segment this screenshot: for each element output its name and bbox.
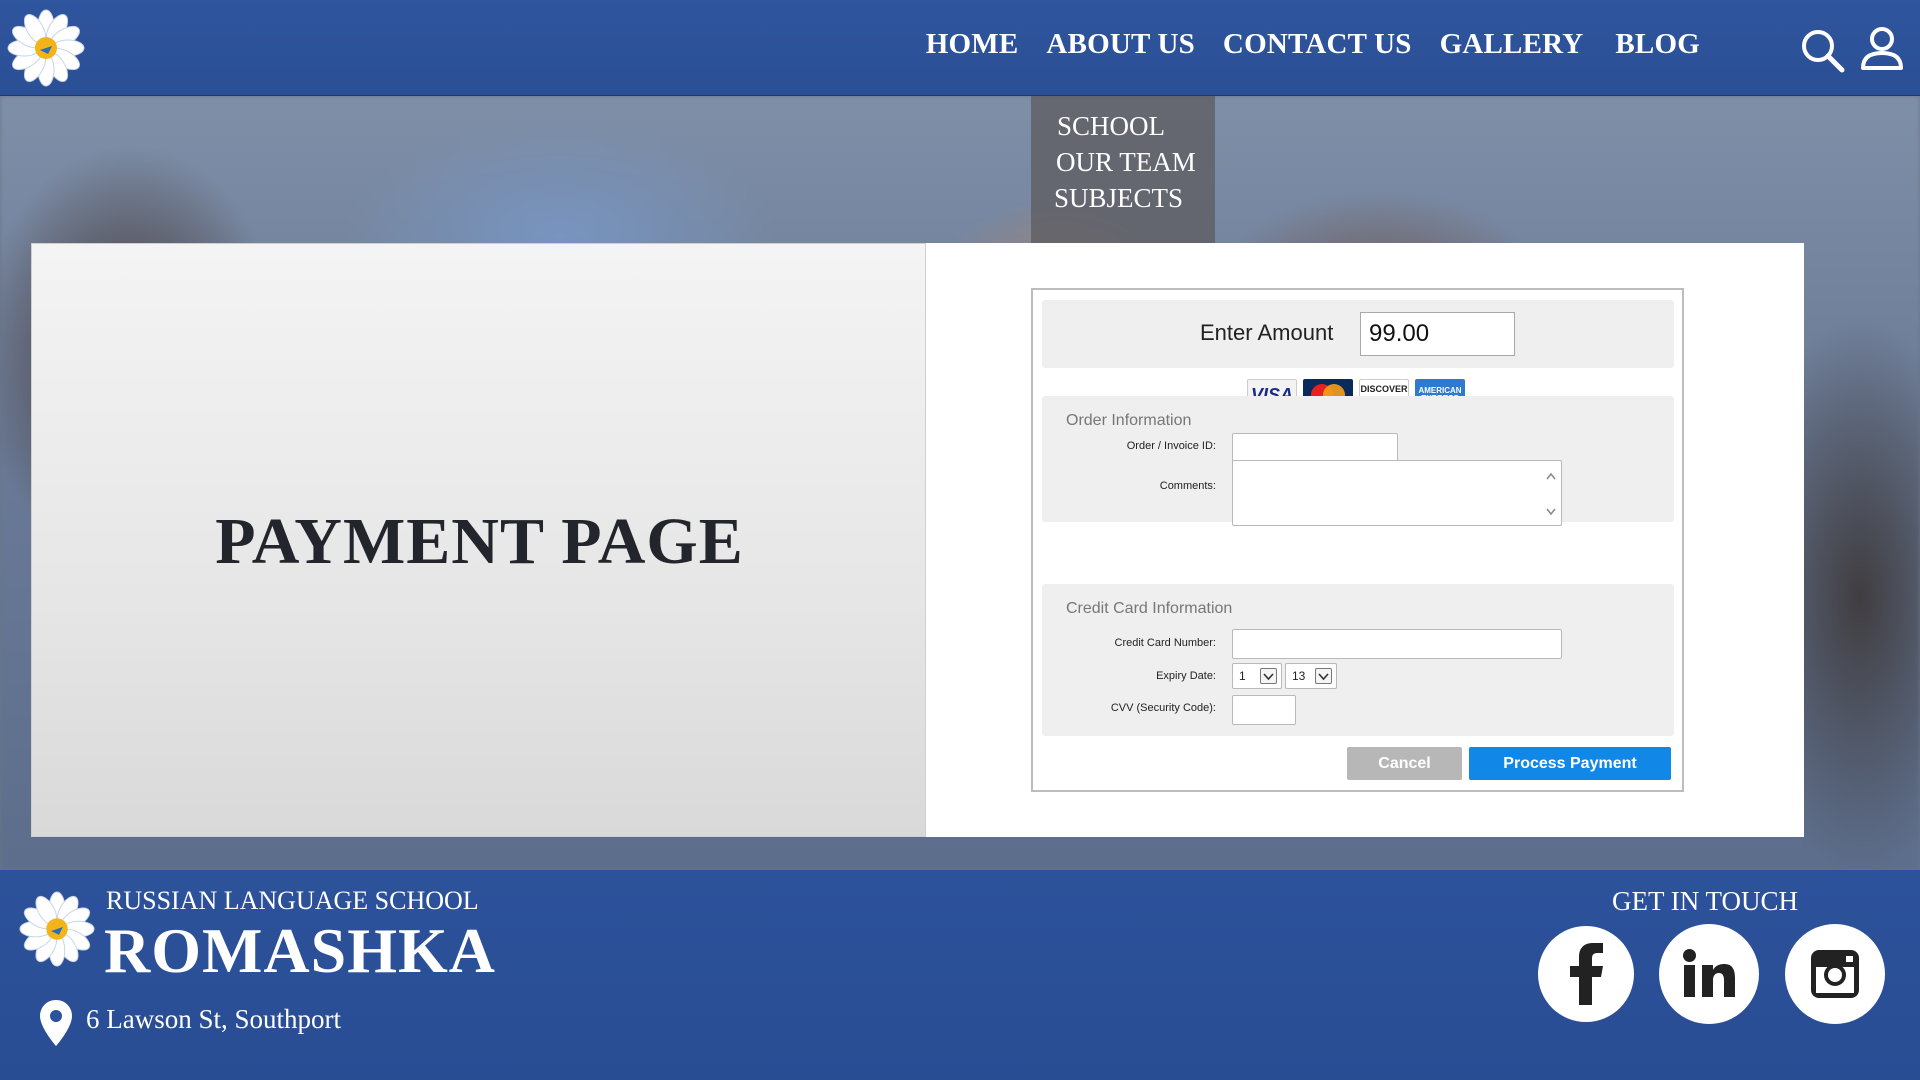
dropdown-item-subjects[interactable]: SUBJECTS [1031, 180, 1215, 216]
daisy-logo [19, 891, 95, 967]
order-id-label: Order / Invoice ID: [1126, 440, 1216, 452]
card-number-input[interactable] [1232, 629, 1562, 659]
chevron-down-icon [1315, 668, 1332, 684]
facebook-icon [1570, 943, 1603, 1005]
school-name: ROMASHKA [104, 915, 496, 986]
expiry-month-select[interactable]: 1 [1232, 663, 1282, 689]
school-subtitle: RUSSIAN LANGUAGE SCHOOL [106, 886, 479, 915]
expiry-label: Expiry Date: [1156, 670, 1216, 682]
comments-textarea[interactable] [1232, 460, 1562, 526]
payment-form: Enter Amount VISA DISCOVER AMERICAN EXPR… [1031, 288, 1684, 792]
about-us-dropdown: SCHOOL OUR TEAM SUBJECTS [1031, 96, 1215, 243]
card-section-title: Credit Card Information [1066, 600, 1233, 617]
nav-about-us[interactable]: ABOUT US [1046, 28, 1195, 61]
order-information-section: Order Information Order / Invoice ID: Co… [1042, 396, 1674, 526]
amount-input[interactable] [1360, 312, 1515, 356]
site-header: HOME ABOUT US CONTACT US GALLERY BLOG [0, 0, 1920, 96]
credit-card-section: Credit Card Information Credit Card Numb… [1042, 584, 1674, 736]
nav-contact-us[interactable]: CONTACT US [1223, 28, 1412, 61]
nav-blog[interactable]: BLOG [1615, 28, 1700, 61]
user-icon[interactable] [1860, 26, 1904, 72]
instagram-button[interactable] [1785, 924, 1885, 1024]
get-in-touch-title: GET IN TOUCH [1612, 886, 1799, 916]
address: 6 Lawson St, Southport [86, 1004, 342, 1034]
amount-label: Enter Amount [1200, 320, 1334, 345]
main-nav: HOME ABOUT US CONTACT US GALLERY BLOG [926, 28, 1700, 61]
location-pin-icon [40, 1000, 72, 1046]
daisy-logo[interactable] [6, 8, 86, 88]
chevron-down-icon [1260, 668, 1277, 684]
cancel-button[interactable]: Cancel [1347, 747, 1462, 780]
order-section-title: Order Information [1066, 412, 1192, 429]
cvv-input[interactable] [1232, 695, 1296, 725]
discover-text: DISCOVER [1360, 384, 1408, 394]
scroll-arrows-icon[interactable] [1545, 471, 1557, 517]
page-title: PAYMENT PAGE [215, 505, 744, 578]
card-number-label: Credit Card Number: [1114, 637, 1216, 649]
dropdown-item-school[interactable]: SCHOOL [1031, 108, 1215, 144]
amount-section: Enter Amount [1042, 300, 1674, 368]
nav-gallery[interactable]: GALLERY [1440, 28, 1584, 61]
expiry-month-value: 1 [1239, 669, 1246, 683]
site-footer: RUSSIAN LANGUAGE SCHOOL ROMASHKA 6 Lawso… [0, 870, 1920, 1080]
search-icon[interactable] [1800, 28, 1846, 74]
instagram-icon [1811, 950, 1859, 998]
facebook-button[interactable] [1538, 926, 1634, 1022]
cvv-label: CVV (Security Code): [1110, 702, 1216, 714]
nav-home[interactable]: HOME [926, 28, 1019, 61]
expiry-year-select[interactable]: 13 [1285, 663, 1337, 689]
expiry-year-value: 13 [1292, 669, 1306, 683]
title-panel: PAYMENT PAGE [31, 243, 926, 837]
comments-label: Comments: [1159, 480, 1216, 492]
linkedin-button[interactable] [1659, 924, 1759, 1024]
process-payment-button[interactable]: Process Payment [1469, 747, 1671, 780]
dropdown-item-our-team[interactable]: OUR TEAM [1031, 144, 1215, 180]
linkedin-icon [1683, 949, 1735, 997]
